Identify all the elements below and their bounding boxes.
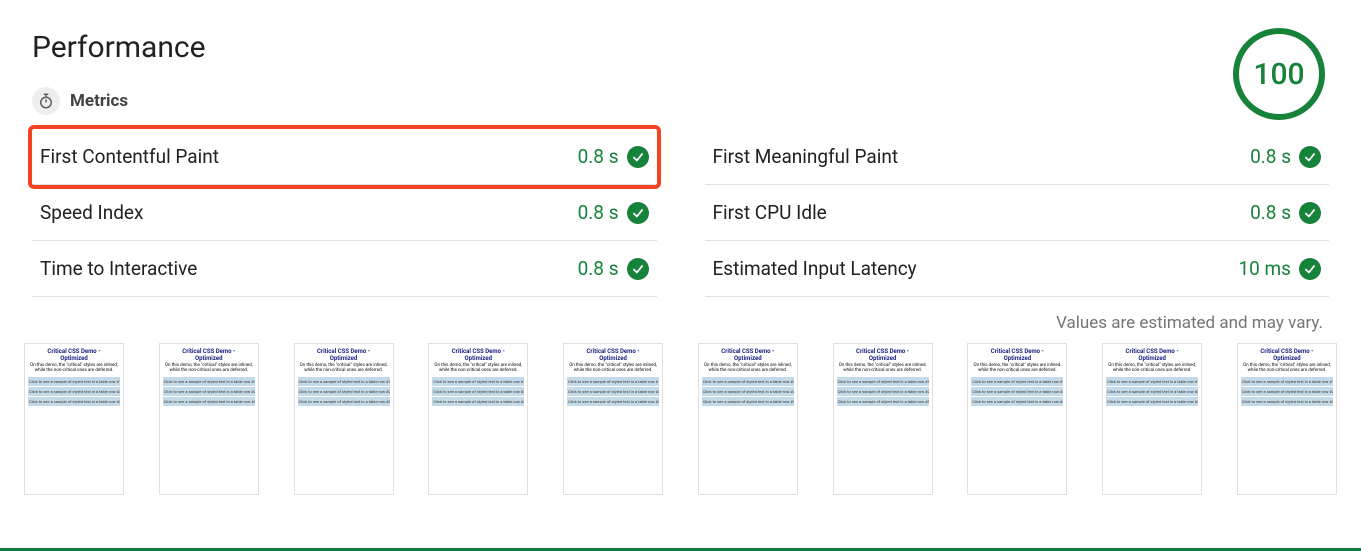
thumbnail-table: Click to see a sample of styled text in … <box>28 377 120 407</box>
metric-name: Speed Index <box>40 201 143 224</box>
check-icon <box>627 146 649 168</box>
thumbnail-table: Click to see a sample of styled text in … <box>1106 377 1198 407</box>
check-icon <box>627 202 649 224</box>
metric-value: 0.8 s <box>1250 145 1291 168</box>
thumbnail-subtitle: On this demo, the "critical" styles are … <box>1241 364 1333 374</box>
thumbnail-table: Click to see a sample of styled text in … <box>1241 377 1333 407</box>
thumbnail-subtitle: On this demo, the "critical" styles are … <box>1106 364 1198 374</box>
metric-name: First Contentful Paint <box>40 145 219 168</box>
metrics-label: Metrics <box>70 91 128 111</box>
page-title: Performance <box>32 30 1329 65</box>
metric-row[interactable]: First Meaningful Paint 0.8 s <box>705 129 1330 185</box>
thumbnail-title: Critical CSS Demo -Optimized <box>721 349 774 362</box>
performance-score-value: 100 <box>1253 57 1304 92</box>
thumbnail-table: Click to see a sample of styled text in … <box>971 377 1063 407</box>
metric-row[interactable]: Estimated Input Latency 10 ms <box>705 241 1330 297</box>
thumbnail-table: Click to see a sample of styled text in … <box>163 377 255 407</box>
metric-name: Estimated Input Latency <box>713 257 917 280</box>
check-icon <box>1299 146 1321 168</box>
stopwatch-icon <box>32 87 60 115</box>
thumbnail-subtitle: On this demo, the "critical" styles are … <box>837 364 929 374</box>
metric-value: 0.8 s <box>1250 201 1291 224</box>
filmstrip-thumbnail[interactable]: Critical CSS Demo -Optimized On this demo… <box>159 343 259 495</box>
thumbnail-subtitle: On this demo, the "critical" styles are … <box>702 364 794 374</box>
thumbnail-table: Click to see a sample of styled text in … <box>702 377 794 407</box>
thumbnail-subtitle: On this demo, the "critical" styles are … <box>163 364 255 374</box>
metric-row[interactable]: First CPU Idle 0.8 s <box>705 185 1330 241</box>
thumbnail-table: Click to see a sample of styled text in … <box>298 377 390 407</box>
thumbnail-title: Critical CSS Demo -Optimized <box>856 349 909 362</box>
metrics-section-header[interactable]: Metrics <box>32 87 1329 115</box>
metric-value: 0.8 s <box>578 257 619 280</box>
filmstrip-thumbnail[interactable]: Critical CSS Demo -Optimized On this demo… <box>294 343 394 495</box>
check-icon <box>1299 258 1321 280</box>
filmstrip-thumbnail[interactable]: Critical CSS Demo -Optimized On this demo… <box>967 343 1067 495</box>
thumbnail-title: Critical CSS Demo -Optimized <box>1126 349 1179 362</box>
filmstrip-thumbnail[interactable]: Critical CSS Demo -Optimized On this demo… <box>563 343 663 495</box>
metric-row[interactable]: First Contentful Paint 0.8 s <box>32 129 657 185</box>
metric-row[interactable]: Speed Index 0.8 s <box>32 185 657 241</box>
thumbnail-subtitle: On this demo, the "critical" styles are … <box>971 364 1063 374</box>
metric-name: First CPU Idle <box>713 201 827 224</box>
check-icon <box>627 258 649 280</box>
metrics-grid: First Contentful Paint 0.8 s Speed Index 0.… <box>32 129 1329 297</box>
filmstrip-thumbnail[interactable]: Critical CSS Demo -Optimized On this demo… <box>833 343 933 495</box>
thumbnail-table: Click to see a sample of styled text in … <box>567 377 659 407</box>
filmstrip-thumbnail[interactable]: Critical CSS Demo -Optimized On this demo… <box>24 343 124 495</box>
performance-score-gauge: 100 <box>1233 28 1325 120</box>
check-icon <box>1299 202 1321 224</box>
thumbnail-title: Critical CSS Demo -Optimized <box>47 349 100 362</box>
metric-name: Time to Interactive <box>40 257 197 280</box>
thumbnail-subtitle: On this demo, the "critical" styles are … <box>432 364 524 374</box>
thumbnail-subtitle: On this demo, the "critical" styles are … <box>298 364 390 374</box>
thumbnail-subtitle: On this demo, the "critical" styles are … <box>28 364 120 374</box>
metric-row[interactable]: Time to Interactive 0.8 s <box>32 241 657 297</box>
filmstrip-thumbnail[interactable]: Critical CSS Demo -Optimized On this demo… <box>428 343 528 495</box>
thumbnail-title: Critical CSS Demo -Optimized <box>1260 349 1313 362</box>
filmstrip-thumbnail[interactable]: Critical CSS Demo -Optimized On this demo… <box>1237 343 1337 495</box>
metrics-footnote: Values are estimated and may vary. <box>32 313 1323 333</box>
thumbnail-subtitle: On this demo, the "critical" styles are … <box>567 364 659 374</box>
filmstrip-thumbnail[interactable]: Critical CSS Demo -Optimized On this demo… <box>1102 343 1202 495</box>
filmstrip: Critical CSS Demo -Optimized On this demo… <box>0 343 1361 519</box>
thumbnail-title: Critical CSS Demo -Optimized <box>586 349 639 362</box>
thumbnail-table: Click to see a sample of styled text in … <box>837 377 929 407</box>
metric-name: First Meaningful Paint <box>713 145 899 168</box>
metric-value: 10 ms <box>1238 257 1291 280</box>
thumbnail-title: Critical CSS Demo -Optimized <box>317 349 370 362</box>
thumbnail-title: Critical CSS Demo -Optimized <box>182 349 235 362</box>
thumbnail-table: Click to see a sample of styled text in … <box>432 377 524 407</box>
metric-value: 0.8 s <box>578 201 619 224</box>
metric-value: 0.8 s <box>578 145 619 168</box>
thumbnail-title: Critical CSS Demo -Optimized <box>991 349 1044 362</box>
thumbnail-title: Critical CSS Demo -Optimized <box>452 349 505 362</box>
filmstrip-thumbnail[interactable]: Critical CSS Demo -Optimized On this demo… <box>698 343 798 495</box>
